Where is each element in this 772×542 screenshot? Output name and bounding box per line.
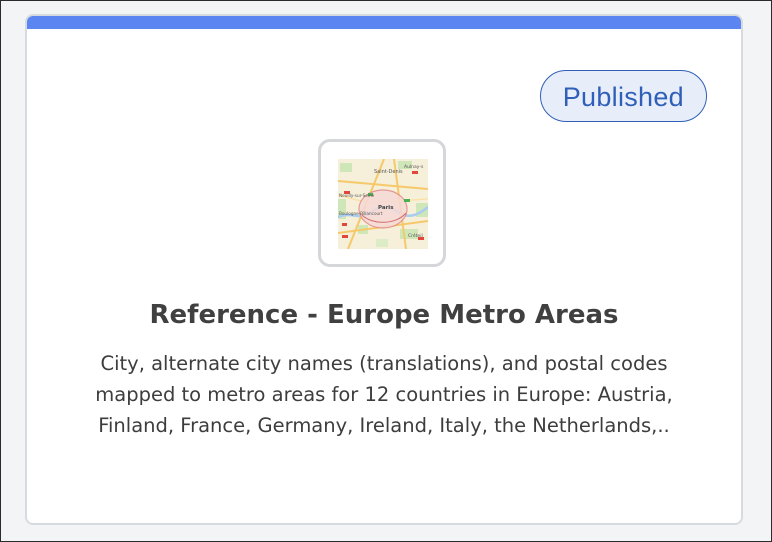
dataset-card[interactable]: Published Saint-Denis Aulnay-s Neuilly-s…: [25, 14, 743, 525]
svg-text:Aulnay-s: Aulnay-s: [404, 164, 424, 170]
svg-text:Saint-Denis: Saint-Denis: [374, 169, 403, 175]
status-badge: Published: [539, 70, 707, 122]
description-line: Finland, France, Germany, Ireland, Italy…: [98, 414, 670, 437]
svg-text:Boulogne-Billancourt: Boulogne-Billancourt: [339, 211, 383, 216]
window-frame: Published Saint-Denis Aulnay-s Neuilly-s…: [0, 0, 772, 542]
description-line: mapped to metro areas for 12 countries i…: [95, 383, 673, 406]
map-thumbnail-icon: Saint-Denis Aulnay-s Neuilly-sur-Seine P…: [338, 159, 428, 249]
description-line: City, alternate city names (translations…: [100, 352, 668, 375]
card-accent-bar: [27, 16, 741, 29]
card-title[interactable]: Reference - Europe Metro Areas: [27, 300, 741, 330]
card-description: City, alternate city names (translations…: [57, 348, 711, 441]
svg-text:Neuilly-sur-Seine: Neuilly-sur-Seine: [339, 193, 375, 198]
thumbnail-frame: Saint-Denis Aulnay-s Neuilly-sur-Seine P…: [318, 139, 446, 267]
svg-text:Créteil: Créteil: [408, 232, 423, 239]
